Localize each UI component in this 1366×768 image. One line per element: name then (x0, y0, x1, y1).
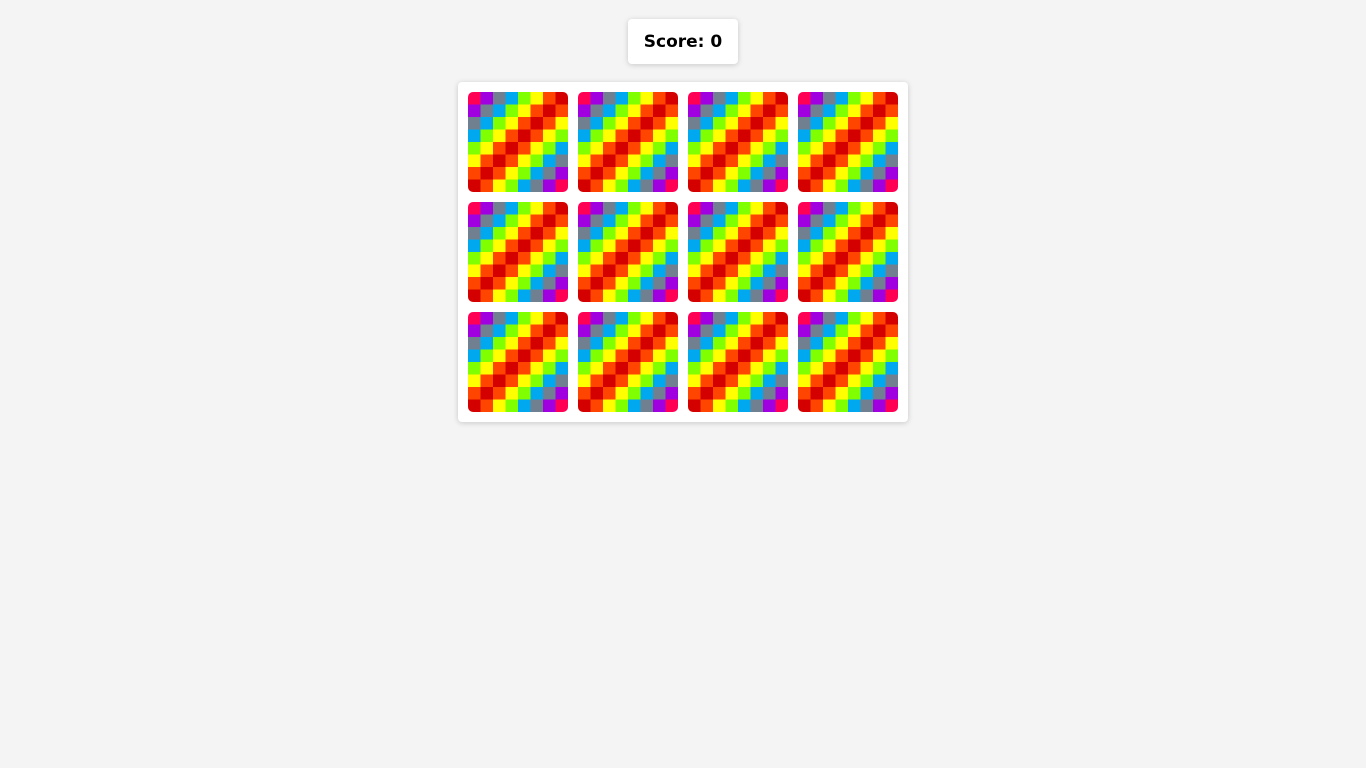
card-back-pattern (688, 202, 788, 302)
game-board (458, 82, 908, 422)
card-9[interactable] (468, 312, 568, 412)
memory-game: Score: 0 (0, 0, 1366, 768)
card-back-pattern (688, 92, 788, 192)
card-back-pattern (468, 202, 568, 302)
card-back-pattern (798, 92, 898, 192)
card-4[interactable] (798, 92, 898, 192)
card-7[interactable] (688, 202, 788, 302)
card-back-pattern (688, 312, 788, 412)
card-6[interactable] (578, 202, 678, 302)
card-3[interactable] (688, 92, 788, 192)
card-grid (468, 92, 898, 412)
score-display: Score: 0 (628, 19, 738, 64)
card-back-pattern (578, 312, 678, 412)
card-8[interactable] (798, 202, 898, 302)
card-11[interactable] (688, 312, 788, 412)
card-back-pattern (468, 312, 568, 412)
card-back-pattern (798, 312, 898, 412)
card-12[interactable] (798, 312, 898, 412)
card-10[interactable] (578, 312, 678, 412)
card-5[interactable] (468, 202, 568, 302)
score-label: Score: 0 (643, 31, 723, 52)
card-back-pattern (578, 202, 678, 302)
card-back-pattern (798, 202, 898, 302)
card-1[interactable] (468, 92, 568, 192)
card-back-pattern (578, 92, 678, 192)
card-2[interactable] (578, 92, 678, 192)
card-back-pattern (468, 92, 568, 192)
